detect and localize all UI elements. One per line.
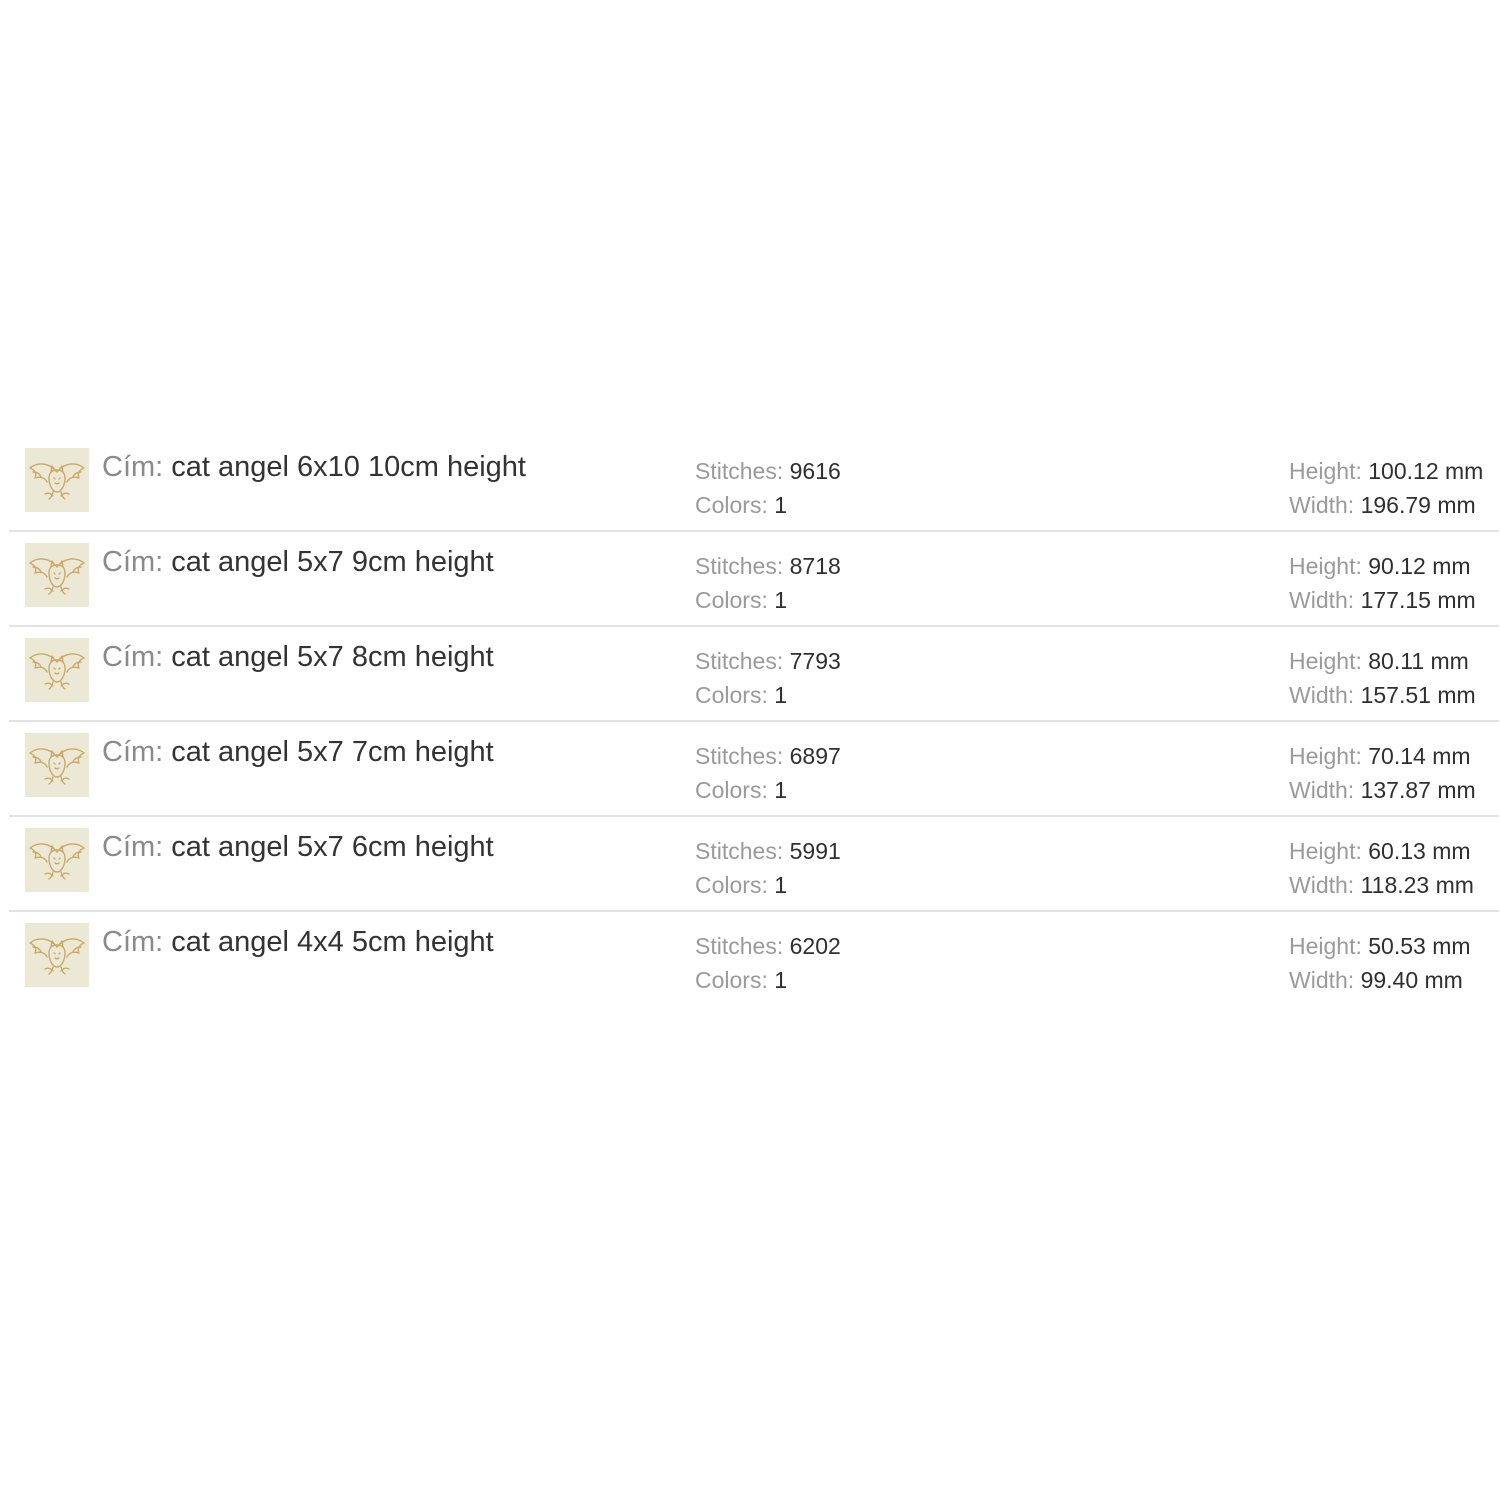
stitch-stats: Stitches: 6897 Colors: 1 [695, 739, 995, 807]
width-label: Width: [1289, 587, 1355, 613]
design-dimensions: Height: 80.11 mm Width: 157.51 mm [1289, 644, 1494, 712]
stitch-stats: Stitches: 7793 Colors: 1 [695, 644, 995, 712]
design-title: Cím: cat angel 6x10 10cm height [102, 449, 526, 485]
stitch-stats: Stitches: 6202 Colors: 1 [695, 929, 995, 997]
stitches-value: 6897 [789, 743, 841, 769]
width-value: 196.79 mm [1360, 492, 1476, 518]
design-title-value: cat angel 5x7 7cm height [171, 736, 494, 768]
title-label: Cím: [102, 736, 164, 768]
design-dimensions: Height: 70.14 mm Width: 137.87 mm [1289, 739, 1494, 807]
title-label: Cím: [102, 926, 164, 958]
design-row[interactable]: Cím: cat angel 5x7 8cm height Stitches: … [9, 627, 1499, 722]
design-row[interactable]: Cím: cat angel 5x7 6cm height Stitches: … [9, 817, 1499, 912]
design-row[interactable]: Cím: cat angel 6x10 10cm height Stitches… [9, 437, 1499, 532]
design-dimensions: Height: 90.12 mm Width: 177.15 mm [1289, 549, 1494, 617]
height-label: Height: [1289, 933, 1362, 959]
design-title-value: cat angel 5x7 8cm height [171, 641, 494, 673]
height-value: 70.14 mm [1368, 743, 1471, 769]
colors-label: Colors: [695, 872, 768, 898]
design-title: Cím: cat angel 5x7 7cm height [102, 734, 494, 770]
design-title: Cím: cat angel 5x7 6cm height [102, 829, 494, 865]
cat-angel-thumbnail-icon[interactable] [25, 638, 89, 702]
height-value: 50.53 mm [1368, 933, 1471, 959]
cat-angel-thumbnail-icon[interactable] [25, 448, 89, 512]
height-value: 60.13 mm [1368, 838, 1471, 864]
design-row[interactable]: Cím: cat angel 4x4 5cm height Stitches: … [9, 912, 1499, 1007]
height-label: Height: [1289, 553, 1362, 579]
stitches-label: Stitches: [695, 743, 784, 769]
title-label: Cím: [102, 451, 164, 483]
width-label: Width: [1289, 872, 1355, 898]
title-label: Cím: [102, 546, 164, 578]
colors-value: 1 [774, 492, 788, 518]
stitch-stats: Stitches: 5991 Colors: 1 [695, 834, 995, 902]
width-label: Width: [1289, 682, 1355, 708]
design-title: Cím: cat angel 5x7 9cm height [102, 544, 494, 580]
colors-label: Colors: [695, 682, 768, 708]
width-label: Width: [1289, 492, 1355, 518]
colors-value: 1 [774, 682, 788, 708]
design-title-value: cat angel 4x4 5cm height [171, 926, 494, 958]
colors-value: 1 [774, 777, 788, 803]
design-title: Cím: cat angel 5x7 8cm height [102, 639, 494, 675]
colors-label: Colors: [695, 967, 768, 993]
stitches-value: 9616 [789, 458, 841, 484]
colors-label: Colors: [695, 587, 768, 613]
cat-angel-thumbnail-icon[interactable] [25, 543, 89, 607]
height-label: Height: [1289, 458, 1362, 484]
width-value: 177.15 mm [1360, 587, 1476, 613]
width-value: 137.87 mm [1360, 777, 1476, 803]
height-value: 100.12 mm [1368, 458, 1484, 484]
design-dimensions: Height: 50.53 mm Width: 99.40 mm [1289, 929, 1494, 997]
title-label: Cím: [102, 641, 164, 673]
stitches-value: 8718 [789, 553, 841, 579]
height-label: Height: [1289, 838, 1362, 864]
design-row[interactable]: Cím: cat angel 5x7 7cm height Stitches: … [9, 722, 1499, 817]
design-title-value: cat angel 5x7 6cm height [171, 831, 494, 863]
stitches-label: Stitches: [695, 648, 784, 674]
design-list: Cím: cat angel 6x10 10cm height Stitches… [9, 437, 1499, 1007]
colors-value: 1 [774, 587, 788, 613]
design-title-value: cat angel 6x10 10cm height [171, 451, 526, 483]
height-value: 90.12 mm [1368, 553, 1471, 579]
colors-label: Colors: [695, 777, 768, 803]
stitches-value: 6202 [789, 933, 841, 959]
colors-value: 1 [774, 967, 788, 993]
height-label: Height: [1289, 648, 1362, 674]
stitches-label: Stitches: [695, 933, 784, 959]
stitches-value: 5991 [789, 838, 841, 864]
width-value: 157.51 mm [1360, 682, 1476, 708]
design-dimensions: Height: 100.12 mm Width: 196.79 mm [1289, 454, 1494, 522]
design-row[interactable]: Cím: cat angel 5x7 9cm height Stitches: … [9, 532, 1499, 627]
height-label: Height: [1289, 743, 1362, 769]
colors-value: 1 [774, 872, 788, 898]
height-value: 80.11 mm [1368, 648, 1469, 674]
stitches-value: 7793 [789, 648, 841, 674]
title-label: Cím: [102, 831, 164, 863]
stitches-label: Stitches: [695, 553, 784, 579]
cat-angel-thumbnail-icon[interactable] [25, 923, 89, 987]
width-label: Width: [1289, 777, 1355, 803]
width-value: 99.40 mm [1360, 967, 1463, 993]
cat-angel-thumbnail-icon[interactable] [25, 733, 89, 797]
cat-angel-thumbnail-icon[interactable] [25, 828, 89, 892]
design-title-value: cat angel 5x7 9cm height [171, 546, 494, 578]
stitch-stats: Stitches: 8718 Colors: 1 [695, 549, 995, 617]
colors-label: Colors: [695, 492, 768, 518]
width-value: 118.23 mm [1360, 872, 1474, 898]
width-label: Width: [1289, 967, 1355, 993]
design-title: Cím: cat angel 4x4 5cm height [102, 924, 494, 960]
stitches-label: Stitches: [695, 838, 784, 864]
design-dimensions: Height: 60.13 mm Width: 118.23 mm [1289, 834, 1494, 902]
stitch-stats: Stitches: 9616 Colors: 1 [695, 454, 995, 522]
stitches-label: Stitches: [695, 458, 784, 484]
